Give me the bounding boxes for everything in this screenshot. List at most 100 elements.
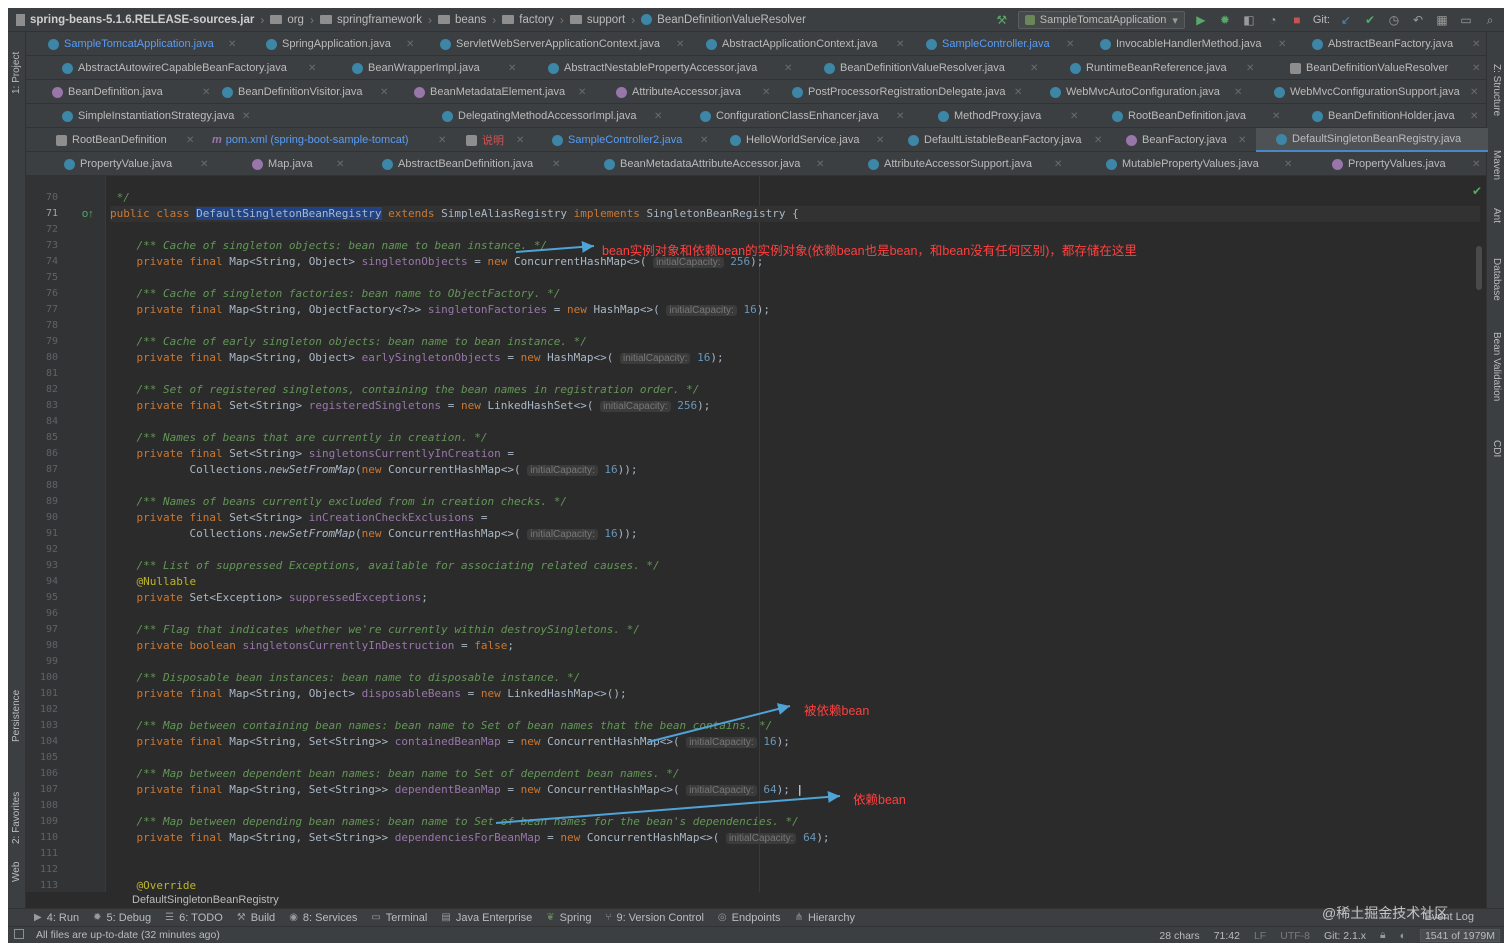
tab-invocablehandlermethod[interactable]: InvocableHandlerMethod.java ✕ [1100, 32, 1286, 56]
git-history-icon[interactable]: ◷ [1386, 12, 1402, 28]
tab-delegatingmethodaccessorimpl[interactable]: DelegatingMethodAccessorImpl.java ✕ [442, 104, 662, 128]
close-icon[interactable]: ✕ [816, 159, 824, 170]
close-icon[interactable]: ✕ [784, 63, 792, 74]
breadcrumb-jar[interactable]: spring-beans-5.1.6.RELEASE-sources.jar [30, 14, 254, 26]
terminal-tool-button[interactable]: ▭ Terminal [371, 912, 427, 924]
hierarchy-tool-button[interactable]: ⋔ Hierarchy [795, 912, 855, 924]
tab-beandefinitionholder[interactable]: BeanDefinitionHolder.java ✕ [1312, 104, 1478, 128]
ant-tool-button[interactable]: Ant [1491, 208, 1502, 223]
tab-notes[interactable]: 说明 ✕ [466, 128, 524, 152]
close-icon[interactable]: ✕ [896, 39, 904, 50]
hammer-icon[interactable]: ⚒ [994, 12, 1010, 28]
close-icon[interactable]: ✕ [1066, 39, 1074, 50]
memory-indicator[interactable]: 1541 of 1979M [1419, 929, 1500, 942]
close-icon[interactable]: ✕ [1030, 63, 1038, 74]
tab-abstractnestablepropertyaccessor[interactable]: AbstractNestablePropertyAccessor.java ✕ [548, 56, 792, 80]
git-branch[interactable]: Git: 2.1.x [1324, 930, 1366, 942]
web-tool-button[interactable]: Web [11, 862, 22, 882]
tab-servletwebserverapplicationcontext[interactable]: ServletWebServerApplicationContext.java ✕ [440, 32, 684, 56]
tab-pom-xml[interactable]: m pom.xml (spring-boot-sample-tomcat) ✕ [212, 128, 446, 152]
close-icon[interactable]: ✕ [896, 111, 904, 122]
line-separator[interactable]: LF [1254, 930, 1266, 942]
close-icon[interactable]: ✕ [1246, 63, 1254, 74]
tab-beanwrapperimpl[interactable]: BeanWrapperImpl.java ✕ [352, 56, 516, 80]
tab-samplecontroller2[interactable]: SampleController2.java ✕ [552, 128, 708, 152]
close-icon[interactable]: ✕ [186, 135, 194, 146]
close-icon[interactable]: ✕ [516, 135, 524, 146]
tab-beandefinitionvalueresolver-class[interactable]: BeanDefinitionValueResolver ✕ [1290, 56, 1480, 80]
status-message[interactable]: All files are up-to-date (32 minutes ago… [8, 929, 220, 941]
debug-icon[interactable]: ✹ [1217, 12, 1233, 28]
close-icon[interactable]: ✕ [308, 63, 316, 74]
tab-abstractbeanfactory[interactable]: AbstractBeanFactory.java ✕ [1312, 32, 1480, 56]
tab-beandefinitionvisitor[interactable]: BeanDefinitionVisitor.java ✕ [222, 80, 388, 104]
tab-webmvcautoconfiguration[interactable]: WebMvcAutoConfiguration.java ✕ [1050, 80, 1242, 104]
search-icon[interactable]: ⌕ [1482, 12, 1498, 28]
tab-attributeaccessor[interactable]: AttributeAccessor.java ✕ [616, 80, 770, 104]
close-icon[interactable]: ✕ [1284, 159, 1292, 170]
breadcrumb-beans[interactable]: beans [455, 14, 486, 26]
close-icon[interactable]: ✕ [228, 39, 236, 50]
favorites-tool-button[interactable]: 2: Favorites [11, 792, 22, 844]
tab-springapplication[interactable]: SpringApplication.java ✕ [266, 32, 414, 56]
services-tool-button[interactable]: ◉ 8: Services [289, 912, 357, 924]
close-icon[interactable]: ✕ [676, 39, 684, 50]
caret-position[interactable]: 71:42 [1214, 930, 1240, 942]
tab-abstractapplicationcontext[interactable]: AbstractApplicationContext.java ✕ [706, 32, 904, 56]
close-icon[interactable]: ✕ [438, 135, 446, 146]
close-icon[interactable]: ✕ [1238, 135, 1246, 146]
build-tool-button[interactable]: ⚒ Build [237, 912, 275, 924]
close-icon[interactable]: ✕ [1054, 159, 1062, 170]
code-editor[interactable]: 70 71 72 73 74 75 76 77 78 79 80 81 82 83 84 85 86 87 88 89… [26, 176, 1486, 908]
editor-scrollbar[interactable] [1476, 246, 1482, 290]
lock-icon[interactable]: 🔒︎ [1380, 929, 1386, 942]
inspection-ok-icon[interactable]: ✔ [1472, 184, 1482, 198]
close-icon[interactable]: ✕ [1094, 135, 1102, 146]
breadcrumb-support[interactable]: support [587, 14, 625, 26]
tab-configurationclassenhancer[interactable]: ConfigurationClassEnhancer.java ✕ [700, 104, 904, 128]
line-number-gutter[interactable]: 70 71 72 73 74 75 76 77 78 79 80 81 82 83 84 85 86 87 88 89… [26, 176, 106, 892]
git-revert-icon[interactable]: ↶ [1410, 12, 1426, 28]
close-icon[interactable]: ✕ [1472, 39, 1480, 50]
close-icon[interactable]: ✕ [1472, 63, 1480, 74]
breadcrumb-factory[interactable]: factory [519, 14, 554, 26]
breadcrumb-springframework[interactable]: springframework [337, 14, 422, 26]
structure-tool-button[interactable]: Z: Structure [1491, 64, 1502, 116]
tab-methodproxy[interactable]: MethodProxy.java ✕ [938, 104, 1078, 128]
tab-defaultlistablebeanfactory[interactable]: DefaultListableBeanFactory.java ✕ [908, 128, 1102, 152]
close-icon[interactable]: ✕ [654, 111, 662, 122]
cdi-tool-button[interactable]: CDI [1491, 440, 1502, 457]
bean-validation-tool-button[interactable]: Bean Validation [1491, 332, 1502, 401]
close-icon[interactable]: ✕ [1470, 111, 1478, 122]
tab-mutablepropertyvalues[interactable]: MutablePropertyValues.java ✕ [1106, 152, 1292, 176]
close-icon[interactable]: ✕ [336, 159, 344, 170]
tab-beandefinition[interactable]: BeanDefinition.java ✕ [52, 80, 210, 104]
editor-breadcrumb[interactable]: DefaultSingletonBeanRegistry [26, 892, 1486, 908]
tab-webmvcconfigurationsupport[interactable]: WebMvcConfigurationSupport.java ✕ [1274, 80, 1478, 104]
tab-beanmetadataelement[interactable]: BeanMetadataElement.java ✕ [414, 80, 586, 104]
close-icon[interactable]: ✕ [1272, 111, 1280, 122]
close-icon[interactable]: ✕ [1472, 159, 1480, 170]
file-encoding[interactable]: UTF-8 [1280, 930, 1310, 942]
tab-helloworldservice[interactable]: HelloWorldService.java ✕ [730, 128, 884, 152]
tab-propertyvalue[interactable]: PropertyValue.java ✕ [64, 152, 208, 176]
project-structure-icon[interactable]: ▦ [1434, 12, 1450, 28]
tab-postprocessorregistrationdelegate[interactable]: PostProcessorRegistrationDelegate.java ✕ [792, 80, 1022, 104]
run-tool-button[interactable]: ▶ 4: Run [34, 912, 79, 924]
tab-simpleinstantiationstrategy[interactable]: SimpleInstantiationStrategy.java ✕ [62, 104, 250, 128]
overrides-gutter-icon[interactable]: o↑ [82, 208, 94, 220]
tab-map[interactable]: Map.java ✕ [252, 152, 344, 176]
tab-rootbeandefinition-class[interactable]: RootBeanDefinition ✕ [56, 128, 194, 152]
tab-beanfactory[interactable]: BeanFactory.java ✕ [1126, 128, 1246, 152]
maven-tool-button[interactable]: Maven [1491, 150, 1502, 180]
close-icon[interactable]: ✕ [200, 159, 208, 170]
tab-propertyvalues[interactable]: PropertyValues.java ✕ [1332, 152, 1480, 176]
close-icon[interactable]: ✕ [380, 87, 388, 98]
endpoints-tool-button[interactable]: ◎ Endpoints [718, 912, 781, 924]
tab-abstractbeandefinition[interactable]: AbstractBeanDefinition.java ✕ [382, 152, 560, 176]
close-icon[interactable]: ✕ [1014, 87, 1022, 98]
code-area[interactable]: */ public class DefaultSingletonBeanRegi… [110, 176, 1480, 892]
close-icon[interactable]: ✕ [762, 87, 770, 98]
project-tool-button[interactable]: 1: Project [11, 52, 22, 94]
close-icon[interactable]: ✕ [1278, 39, 1286, 50]
